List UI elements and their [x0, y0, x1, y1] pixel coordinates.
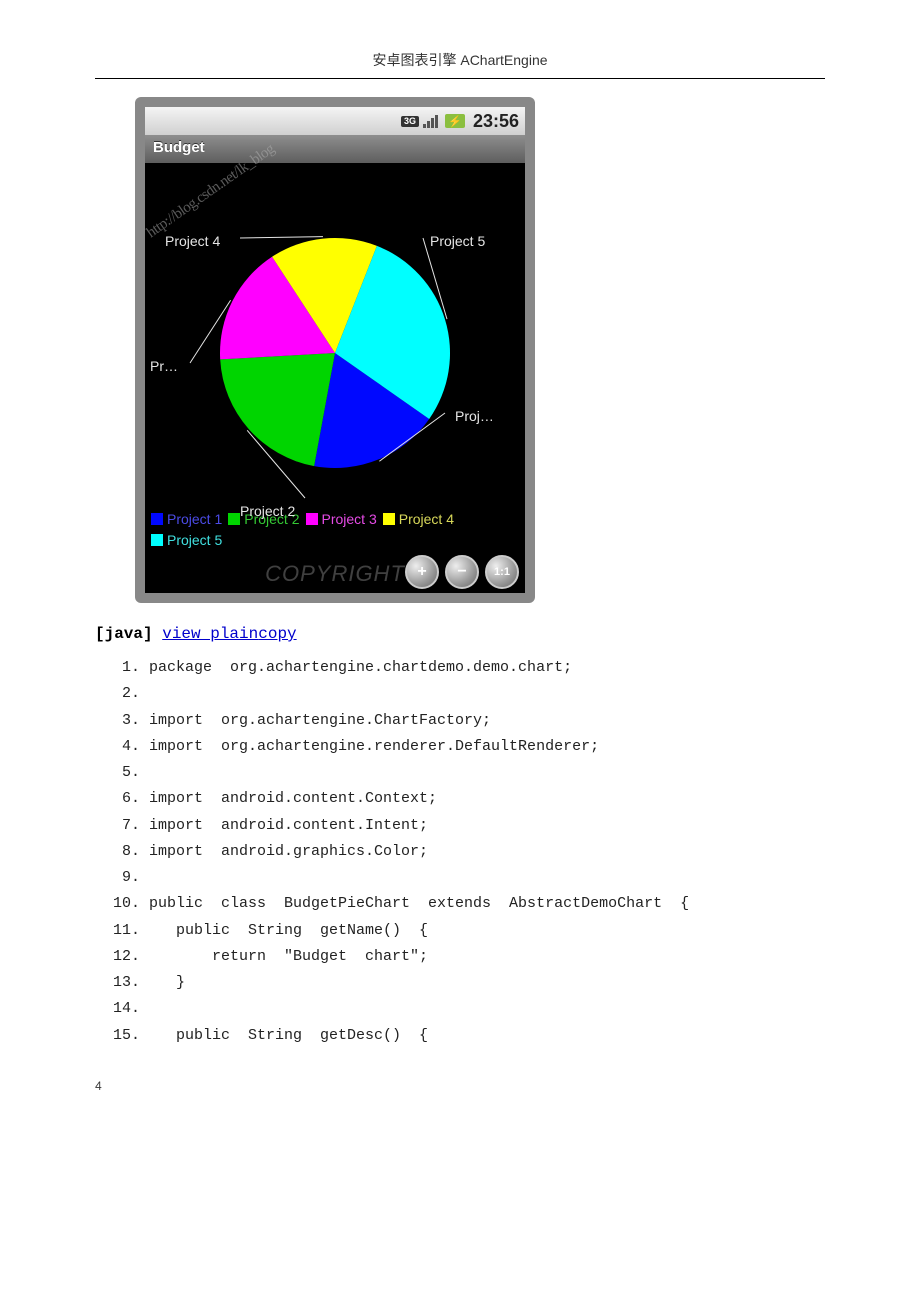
code-line — [149, 681, 825, 707]
legend-label: Project 3 — [322, 509, 377, 529]
zoom-out-button[interactable]: − — [445, 555, 479, 589]
pie-slice-label: Pr… — [150, 358, 178, 374]
zoom-controls: + − 1:1 — [405, 555, 519, 589]
legend-item: Project 3 — [306, 509, 377, 529]
zoom-in-button[interactable]: + — [405, 555, 439, 589]
legend-label: Project 1 — [167, 509, 222, 529]
legend-item: Project 4 — [383, 509, 454, 529]
zoom-fit-button[interactable]: 1:1 — [485, 555, 519, 589]
clock: 23:56 — [473, 111, 519, 132]
page-header: 安卓图表引擎 AChartEngine — [95, 50, 825, 70]
legend-swatch — [228, 513, 240, 525]
chart-legend: Project 1Project 2Project 3Project 4Proj… — [151, 509, 519, 551]
code-line: public String getName() { — [149, 918, 825, 944]
code-line: import org.achartengine.ChartFactory; — [149, 708, 825, 734]
legend-item: Project 1 — [151, 509, 222, 529]
code-line — [149, 996, 825, 1022]
pie-slice-label: Project 4 — [165, 233, 220, 249]
code-listing: package org.achartengine.chartdemo.demo.… — [95, 655, 825, 1049]
code-line: import org.achartengine.renderer.Default… — [149, 734, 825, 760]
battery-icon: ⚡ — [445, 114, 465, 128]
document-page: 安卓图表引擎 AChartEngine 3G ⚡ 23:56 Budget ht… — [0, 0, 920, 1124]
code-line: } — [149, 970, 825, 996]
pie-slice-label: Project 5 — [430, 233, 485, 249]
code-header: [java] view plaincopy — [95, 625, 825, 643]
legend-item: Project 5 — [151, 530, 222, 550]
phone-screen: 3G ⚡ 23:56 Budget http://blog.csdn.net/l… — [145, 107, 525, 593]
code-line: package org.achartengine.chartdemo.demo.… — [149, 655, 825, 681]
view-plain-link[interactable]: view plain — [162, 625, 258, 643]
legend-swatch — [383, 513, 395, 525]
phone-frame: 3G ⚡ 23:56 Budget http://blog.csdn.net/l… — [135, 97, 535, 603]
code-line: import android.graphics.Color; — [149, 839, 825, 865]
legend-swatch — [151, 513, 163, 525]
pie-slice-label: Proj… — [455, 408, 494, 424]
code-line: import android.content.Intent; — [149, 813, 825, 839]
legend-label: Project 4 — [399, 509, 454, 529]
app-title-bar: Budget — [145, 135, 525, 163]
legend-swatch — [306, 513, 318, 525]
code-line: public class BudgetPieChart extends Abst… — [149, 891, 825, 917]
legend-label: Project 5 — [167, 530, 222, 550]
signal-icon — [423, 114, 441, 128]
code-line — [149, 865, 825, 891]
copy-link[interactable]: copy — [258, 625, 296, 643]
android-status-bar: 3G ⚡ 23:56 — [145, 107, 525, 135]
code-lang-label: [java] — [95, 625, 153, 643]
pie-chart[interactable]: http://blog.csdn.net/lk_blog Project 1Pr… — [145, 163, 525, 593]
network-3g-icon: 3G — [401, 116, 419, 127]
code-line: return "Budget chart"; — [149, 944, 825, 970]
code-line: import android.content.Context; — [149, 786, 825, 812]
legend-swatch — [151, 534, 163, 546]
code-line — [149, 760, 825, 786]
header-rule — [95, 78, 825, 79]
code-line: public String getDesc() { — [149, 1023, 825, 1049]
pie-slice-label: Project 2 — [240, 503, 295, 519]
page-number: 4 — [95, 1079, 825, 1094]
